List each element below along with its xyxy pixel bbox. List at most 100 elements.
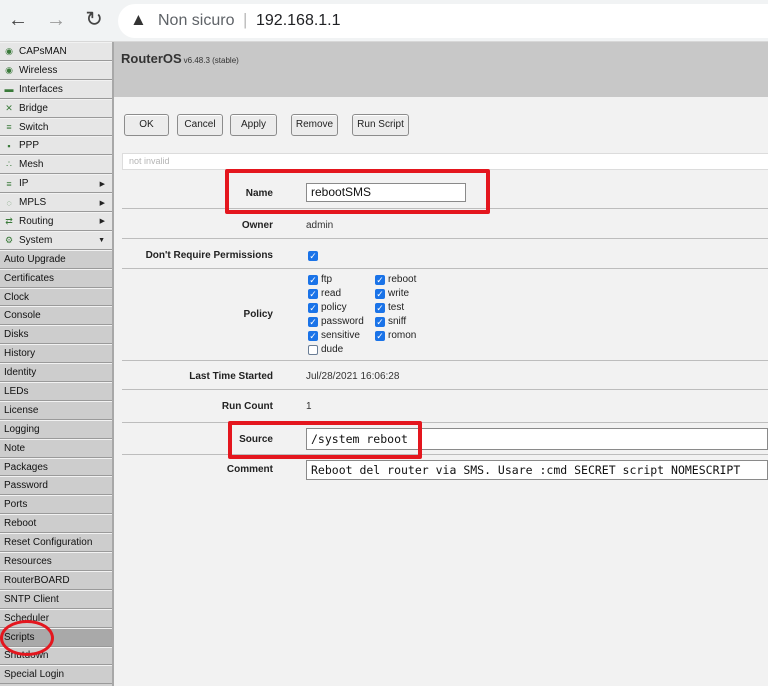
sidebar-item-interfaces[interactable]: ▬ Interfaces — [0, 79, 112, 99]
comment-input[interactable]: Reboot del router via SMS. Usare :cmd SE… — [306, 460, 768, 480]
sidebar-item-password[interactable]: Password — [0, 476, 112, 496]
sidebar-item-disks[interactable]: Disks — [0, 325, 112, 345]
sidebar-item-certificates[interactable]: Certificates — [0, 268, 112, 288]
dont-require-permissions-checkbox[interactable]: ✓ — [308, 251, 318, 261]
sidebar-item-label: IP — [19, 178, 29, 190]
sidebar-item-label: System — [19, 234, 53, 246]
name-highlight-box — [225, 169, 490, 214]
sidebar-item-logging[interactable]: Logging — [0, 419, 112, 439]
sidebar-item-label: Routing — [19, 215, 54, 227]
owner-label: Owner — [241, 220, 273, 231]
source-highlight-box — [228, 421, 422, 459]
sidebar-item-ports[interactable]: Ports — [0, 495, 112, 515]
policy-sniff-checkbox[interactable]: ✓ — [375, 317, 385, 327]
system-icon: ⚙ — [4, 234, 14, 245]
sidebar-item-label: PPP — [19, 140, 40, 152]
last-time-started-value: Jul/28/2021 16:06:28 — [306, 371, 400, 382]
sidebar-item-ip[interactable]: ≡ IP ▶ — [0, 174, 112, 194]
run-script-button[interactable]: Run Script — [352, 114, 409, 136]
policy-password-label: password — [321, 316, 364, 327]
policy-sensitive-checkbox[interactable]: ✓ — [308, 331, 318, 341]
sidebar-item-wireless[interactable]: ◉ Wireless — [0, 60, 112, 80]
sidebar-item-note[interactable]: Note — [0, 438, 112, 458]
policy-dude-checkbox[interactable] — [308, 345, 318, 355]
bridge-icon: ✕ — [5, 102, 13, 113]
interfaces-icon: ▬ — [4, 84, 14, 95]
sidebar-item-leds[interactable]: LEDs — [0, 382, 112, 401]
caret-right-icon: ▶ — [99, 218, 105, 226]
policy-write-label: write — [388, 288, 410, 299]
sidebar-item-ppp[interactable]: ▪ PPP — [0, 136, 112, 156]
run-count-value: 1 — [306, 401, 312, 412]
routing-icon: ⇄ — [5, 215, 13, 226]
sidebar-item-mesh[interactable]: ∴ Mesh — [0, 155, 112, 175]
policy-label: Policy — [243, 309, 273, 320]
policy-read-checkbox[interactable]: ✓ — [308, 289, 318, 299]
sidebar-item-clock[interactable]: Clock — [0, 287, 112, 307]
sidebar-item-bridge[interactable]: ✕ Bridge — [0, 98, 112, 118]
policy-reboot-label: reboot — [388, 274, 417, 285]
row-divider — [122, 454, 768, 455]
sidebar-item-reboot[interactable]: Reboot — [0, 514, 112, 534]
security-status[interactable]: Non sicuro — [158, 12, 234, 30]
sidebar-item-capsman[interactable]: ◉ CAPsMAN — [0, 42, 112, 61]
mpls-icon: ◌ — [6, 197, 12, 208]
policy-reboot-checkbox[interactable]: ✓ — [375, 275, 385, 285]
sidebar-item-auto-upgrade[interactable]: Auto Upgrade — [0, 249, 112, 269]
row-divider — [122, 389, 768, 390]
policy-test-label: test — [388, 302, 405, 313]
sidebar-item-license[interactable]: License — [0, 400, 112, 420]
url-separator: | — [243, 10, 248, 29]
row-divider — [122, 238, 768, 239]
sidebar-item-mpls[interactable]: ◌ MPLS ▶ — [0, 193, 112, 213]
sidebar-item-reset-configuration[interactable]: Reset Configuration — [0, 533, 112, 553]
sidebar-item-label: Switch — [19, 121, 49, 133]
back-arrow-icon[interactable]: ← — [6, 8, 30, 32]
reload-icon[interactable]: ↻ — [82, 8, 106, 32]
caret-down-icon: ▼ — [98, 236, 105, 244]
sidebar-item-label: MPLS — [19, 197, 47, 209]
browser-toolbar: ← → ↻ ▲ Non sicuro | 192.168.1.1 — [0, 0, 768, 42]
sidebar-item-resources[interactable]: Resources — [0, 552, 112, 571]
owner-value: admin — [306, 220, 334, 231]
sidebar-item-system[interactable]: ⚙ System ▼ — [0, 230, 112, 250]
ok-button[interactable]: OK — [124, 114, 169, 136]
policy-test-checkbox[interactable]: ✓ — [375, 303, 385, 313]
url-text[interactable]: 192.168.1.1 — [256, 12, 341, 30]
version-label: v6.48.3 (stable) — [183, 56, 239, 65]
scripts-highlight-circle — [0, 620, 54, 656]
sidebar-item-switch[interactable]: ≡ Switch — [0, 117, 112, 137]
sidebar-item-routing[interactable]: ⇄ Routing ▶ — [0, 212, 112, 231]
policy-ftp-checkbox[interactable]: ✓ — [308, 275, 318, 285]
brand-title: RouterOS v6.48.3 (stable) — [121, 51, 239, 66]
sidebar-item-label: Mesh — [19, 159, 44, 171]
apply-button[interactable]: Apply — [230, 114, 277, 136]
sidebar-item-identity[interactable]: Identity — [0, 363, 112, 383]
warning-icon[interactable]: ▲ — [130, 10, 147, 30]
sidebar-item-packages[interactable]: Packages — [0, 457, 112, 477]
row-divider — [122, 422, 768, 423]
sidebar-item-history[interactable]: History — [0, 344, 112, 364]
policy-policy-checkbox[interactable]: ✓ — [308, 303, 318, 313]
policy-sensitive-label: sensitive — [321, 330, 360, 341]
forward-arrow-icon[interactable]: → — [44, 8, 68, 32]
sidebar-item-label: Interfaces — [19, 83, 63, 95]
sidebar-item-console[interactable]: Console — [0, 306, 112, 326]
policy-romon-label: romon — [388, 330, 417, 341]
remove-button[interactable]: Remove — [291, 114, 338, 136]
ip-icon: ≡ — [6, 178, 12, 189]
policy-policy-label: policy — [321, 302, 347, 313]
sidebar-item-routerboard[interactable]: RouterBOARD — [0, 570, 112, 590]
row-divider — [122, 360, 768, 361]
ppp-icon: ▪ — [7, 140, 11, 151]
sidebar-item-label: Bridge — [19, 102, 48, 114]
policy-sniff-label: sniff — [388, 316, 407, 327]
policy-write-checkbox[interactable]: ✓ — [375, 289, 385, 299]
sidebar-item-sntp-client[interactable]: SNTP Client — [0, 589, 112, 609]
sidebar-item-label: Wireless — [19, 64, 58, 76]
policy-password-checkbox[interactable]: ✓ — [308, 317, 318, 327]
sidebar-item-special-login[interactable]: Special Login — [0, 665, 112, 685]
cancel-button[interactable]: Cancel — [177, 114, 223, 136]
address-bar[interactable]: ▲ Non sicuro | 192.168.1.1 — [118, 4, 768, 38]
policy-romon-checkbox[interactable]: ✓ — [375, 331, 385, 341]
